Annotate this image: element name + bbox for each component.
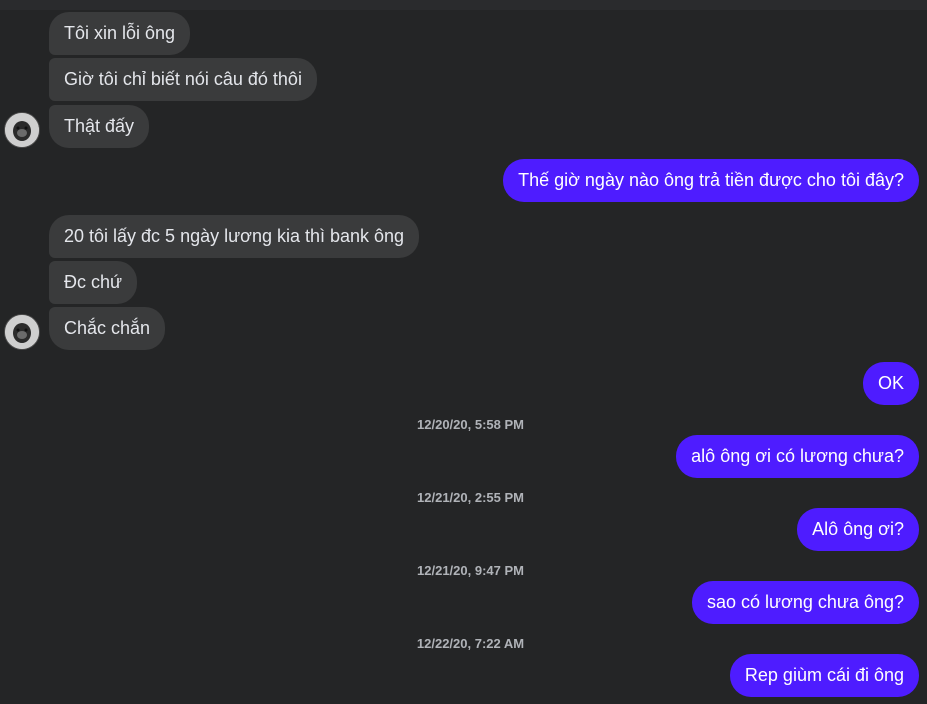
outgoing-message[interactable]: Alô ông ơi? (797, 508, 919, 551)
incoming-message[interactable]: Tôi xin lỗi ông (49, 12, 191, 55)
timestamp: 12/21/20, 9:47 PM (417, 563, 524, 578)
contact-avatar-icon[interactable] (4, 112, 40, 148)
contact-avatar-icon[interactable] (4, 314, 40, 350)
timestamp: 12/21/20, 2:55 PM (417, 490, 524, 505)
incoming-message[interactable]: 20 tôi lấy đc 5 ngày lương kia thì bank … (49, 215, 420, 258)
incoming-message[interactable]: Chắc chắn (49, 307, 166, 350)
incoming-message[interactable]: Giờ tôi chỉ biết nói câu đó thôi (49, 58, 317, 101)
outgoing-message[interactable]: Thế giờ ngày nào ông trả tiền được cho t… (503, 159, 919, 202)
incoming-message[interactable]: Đc chứ (49, 261, 138, 304)
outgoing-message[interactable]: Rep giùm cái đi ông (729, 654, 919, 697)
outgoing-message[interactable]: sao có lương chưa ông? (691, 581, 919, 624)
timestamp: 12/20/20, 5:58 PM (417, 417, 524, 432)
incoming-message[interactable]: Thật đấy (49, 105, 150, 148)
outgoing-message[interactable]: OK (862, 362, 919, 405)
timestamp: 12/22/20, 7:22 AM (416, 636, 525, 651)
outgoing-message[interactable]: alô ông ơi có lương chưa? (676, 435, 919, 478)
message-thread[interactable]: Tôi xin lỗi ông Giờ tôi chỉ biết nói câu… (0, 0, 927, 704)
